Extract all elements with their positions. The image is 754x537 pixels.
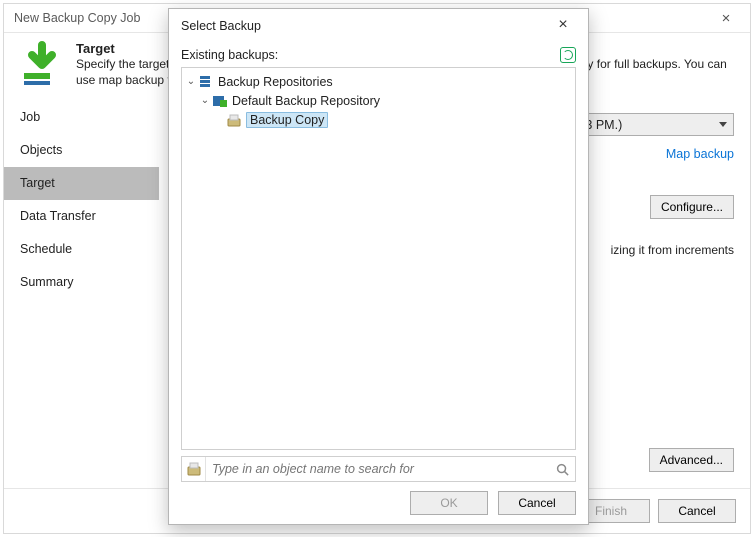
backup-job-icon xyxy=(226,112,242,128)
search-icon[interactable] xyxy=(549,457,575,481)
tree-node-repository[interactable]: ⌄ Default Backup Repository xyxy=(184,91,573,110)
chevron-down-icon xyxy=(719,122,727,127)
close-icon[interactable]: × xyxy=(548,13,578,39)
backup-tree[interactable]: ⌄ Backup Repositories ⌄ Default Backup R… xyxy=(181,67,576,450)
server-icon[interactable] xyxy=(182,457,206,481)
dialog-footer: OK Cancel xyxy=(169,482,588,524)
configure-button[interactable]: Configure... xyxy=(650,195,734,219)
nav-item-objects[interactable]: Objects xyxy=(4,134,159,167)
tree-node-label: Default Backup Repository xyxy=(232,94,380,108)
wizard-title-text: New Backup Copy Job xyxy=(14,4,140,33)
repository-dropdown[interactable]: :23 PM.) xyxy=(568,113,734,136)
close-icon[interactable]: × xyxy=(712,4,740,33)
cancel-button[interactable]: Cancel xyxy=(498,491,576,515)
select-backup-dialog: Select Backup × Existing backups: ⌄ Back… xyxy=(168,8,589,525)
search-input[interactable] xyxy=(206,462,549,476)
nav-item-data-transfer[interactable]: Data Transfer xyxy=(4,200,159,233)
nav-item-job[interactable]: Job xyxy=(4,101,159,134)
repository-icon xyxy=(212,93,228,109)
repository-stack-icon xyxy=(198,74,214,90)
search-row xyxy=(181,456,576,482)
advanced-button[interactable]: Advanced... xyxy=(649,448,734,472)
map-backup-link[interactable]: Map backup xyxy=(666,147,734,161)
cancel-button[interactable]: Cancel xyxy=(658,499,736,523)
tree-node-backup-copy[interactable]: Backup Copy xyxy=(184,110,573,129)
download-arrow-icon xyxy=(18,41,66,89)
nav-item-schedule[interactable]: Schedule xyxy=(4,233,159,266)
tree-node-label: Backup Repositories xyxy=(218,75,333,89)
expander-icon[interactable]: ⌄ xyxy=(198,95,212,106)
dialog-titlebar: Select Backup × xyxy=(169,9,588,43)
nav-item-summary[interactable]: Summary xyxy=(4,266,159,299)
wizard-nav: Job Objects Target Data Transfer Schedul… xyxy=(4,95,159,484)
expander-icon[interactable]: ⌄ xyxy=(184,76,198,87)
ok-button[interactable]: OK xyxy=(410,491,488,515)
tree-node-root[interactable]: ⌄ Backup Repositories xyxy=(184,72,573,91)
dialog-title: Select Backup xyxy=(181,19,261,33)
nav-item-target[interactable]: Target xyxy=(4,167,159,200)
refresh-icon[interactable] xyxy=(560,47,576,63)
existing-backups-label: Existing backups: xyxy=(181,48,278,62)
body-text-fragment-1: izing it from increments xyxy=(611,243,734,257)
tree-node-label: Backup Copy xyxy=(246,112,328,128)
